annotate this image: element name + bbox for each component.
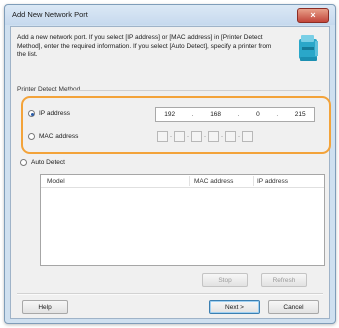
close-button[interactable]: × (297, 8, 329, 23)
printer-list[interactable]: Model MAC address IP address (40, 174, 325, 266)
mac-segment[interactable] (225, 131, 236, 142)
ip-octet-3[interactable]: 0 (256, 111, 260, 118)
column-model[interactable]: Model (47, 178, 65, 185)
mac-address-radio[interactable] (28, 133, 35, 140)
column-mac-address[interactable]: MAC address (194, 178, 233, 185)
ip-octet-2[interactable]: 168 (210, 111, 221, 118)
mac-segment[interactable] (208, 131, 219, 142)
refresh-button[interactable]: Refresh (261, 273, 307, 287)
close-icon: × (310, 10, 316, 20)
ip-address-label[interactable]: IP address (39, 110, 70, 117)
title-bar[interactable]: Add New Network Port × (5, 5, 335, 25)
column-ip-address[interactable]: IP address (257, 178, 288, 185)
dialog-window: Add New Network Port × Add a new network… (4, 4, 336, 324)
ip-octet-1[interactable]: 192 (164, 111, 175, 118)
mac-segment[interactable] (191, 131, 202, 142)
mac-address-field: - - - - - (157, 131, 253, 142)
ip-dot: . (237, 111, 240, 118)
help-button[interactable]: Help (22, 300, 68, 314)
mac-segment[interactable] (157, 131, 168, 142)
column-separator (189, 176, 190, 186)
mac-segment[interactable] (174, 131, 185, 142)
printer-icon (299, 35, 318, 61)
cancel-button[interactable]: Cancel (268, 300, 319, 314)
ip-address-radio[interactable] (28, 110, 35, 117)
footer-divider (17, 293, 323, 295)
group-divider (67, 90, 321, 91)
list-header: Model MAC address IP address (41, 175, 324, 188)
stop-button[interactable]: Stop (202, 273, 248, 287)
mac-address-label[interactable]: MAC address (39, 133, 78, 140)
column-separator (253, 176, 254, 186)
ip-address-field[interactable]: 192 . 168 . 0 . 215 (155, 107, 315, 122)
window-title: Add New Network Port (12, 10, 88, 19)
ip-octet-4[interactable]: 215 (295, 111, 306, 118)
next-button[interactable]: Next > (209, 300, 260, 314)
dialog-body: Add a new network port. If you select [I… (10, 26, 331, 319)
description-text: Add a new network port. If you select [I… (17, 34, 272, 58)
callout-highlight (21, 96, 331, 154)
auto-detect-label[interactable]: Auto Detect (31, 159, 65, 166)
ip-dot: . (276, 111, 279, 118)
mac-segment[interactable] (242, 131, 253, 142)
auto-detect-radio[interactable] (20, 159, 27, 166)
ip-dot: . (191, 111, 194, 118)
